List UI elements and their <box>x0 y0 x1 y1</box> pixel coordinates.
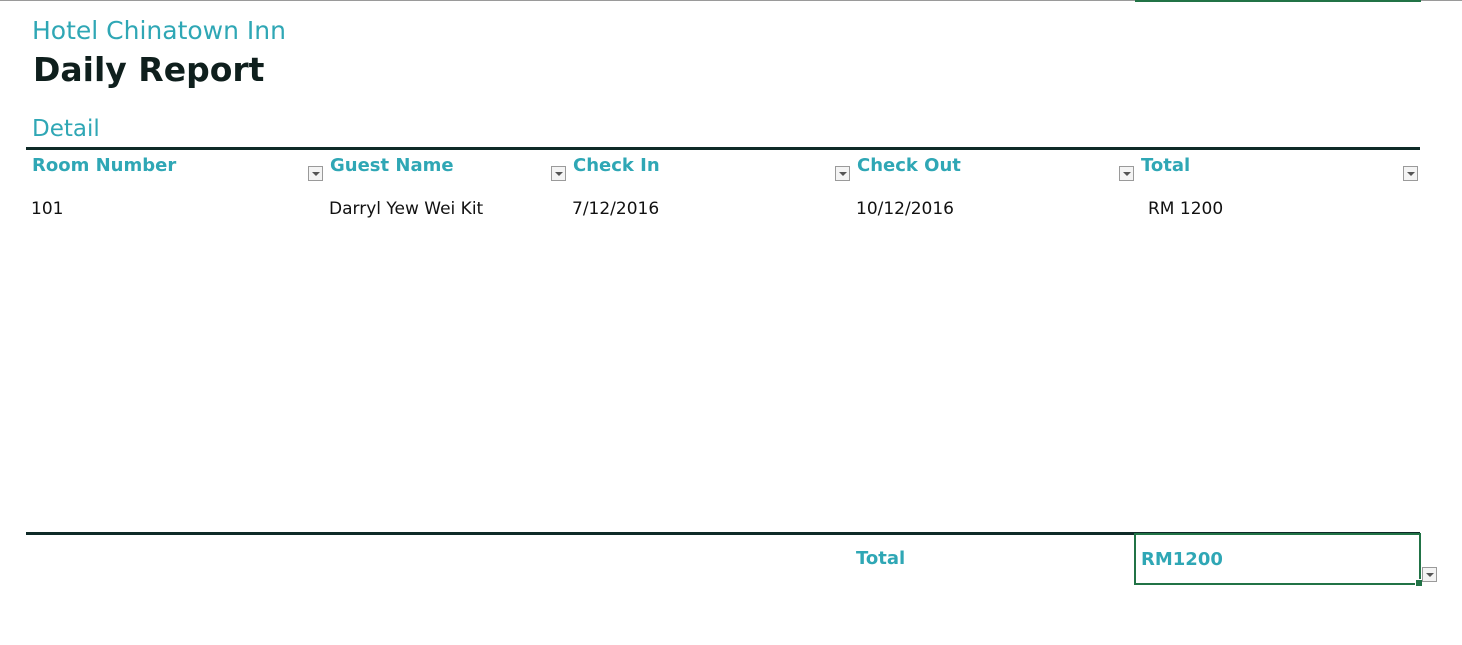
filter-total-chevron-down-icon[interactable] <box>1403 166 1418 181</box>
filter-check-out-chevron-down-icon[interactable] <box>1119 166 1134 181</box>
header-check-out[interactable]: Check Out <box>857 155 961 176</box>
cell-check-out[interactable]: 10/12/2016 <box>856 199 954 219</box>
filter-check-in-chevron-down-icon[interactable] <box>835 166 850 181</box>
cell-guest-name[interactable]: Darryl Yew Wei Kit <box>329 199 483 219</box>
cell-check-in[interactable]: 7/12/2016 <box>572 199 659 219</box>
header-guest-name[interactable]: Guest Name <box>330 155 454 176</box>
table-top-rule <box>26 147 1420 150</box>
header-check-in[interactable]: Check In <box>573 155 660 176</box>
summary-total-value: RM1200 <box>1141 549 1223 570</box>
selection-edge <box>1135 0 1421 2</box>
section-title: Detail <box>32 116 100 142</box>
filter-room-number-chevron-down-icon[interactable] <box>308 166 323 181</box>
summary-total-cell[interactable]: RM1200 <box>1134 533 1421 585</box>
report-title: Daily Report <box>33 50 265 89</box>
header-room-number[interactable]: Room Number <box>32 155 176 176</box>
hotel-name: Hotel Chinatown Inn <box>32 16 286 45</box>
header-total[interactable]: Total <box>1141 155 1190 176</box>
summary-total-label: Total <box>856 548 906 569</box>
filter-guest-name-chevron-down-icon[interactable] <box>551 166 566 181</box>
summary-dropdown-chevron-down-icon[interactable] <box>1422 567 1437 582</box>
cell-room-number[interactable]: 101 <box>31 199 63 219</box>
cell-total[interactable]: RM 1200 <box>1148 199 1223 219</box>
